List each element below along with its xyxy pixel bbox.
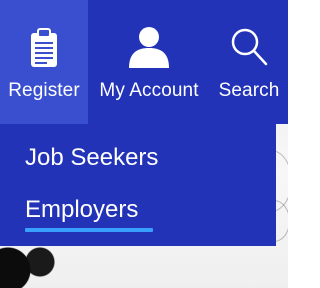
nav-register[interactable]: Register [0,0,88,124]
top-navigation: Register My Account Search [0,0,288,124]
nav-register-label: Register [8,80,80,101]
search-icon [229,22,269,68]
menu-item-job-seekers[interactable]: Job Seekers [25,144,158,172]
register-dropdown-menu: Job Seekers Employers [0,124,276,246]
clipboard-icon [29,22,59,68]
nav-my-account[interactable]: My Account [96,0,202,124]
nav-search-label: Search [218,80,280,101]
selected-item-underline [25,228,153,232]
user-icon [127,22,171,68]
page: Register My Account Search Job Seekers E… [0,0,288,288]
menu-item-employers[interactable]: Employers [25,196,138,224]
nav-my-account-label: My Account [99,80,199,101]
nav-search[interactable]: Search [214,0,284,124]
